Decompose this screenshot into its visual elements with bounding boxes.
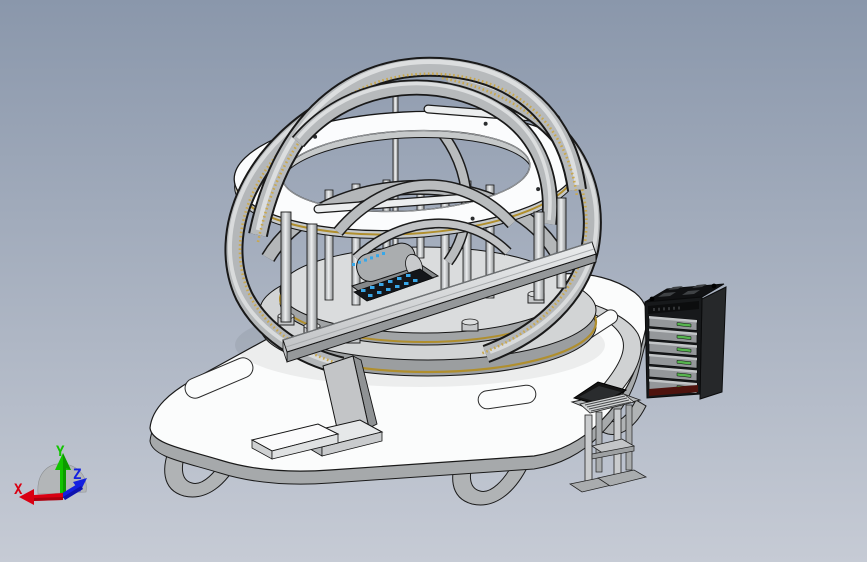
x-axis-label: X <box>14 482 23 498</box>
cad-viewport[interactable]: X Y Z <box>0 0 867 562</box>
y-axis-label: Y <box>56 444 65 460</box>
server-tower[interactable] <box>644 283 727 400</box>
model-scene[interactable]: X Y Z <box>0 0 867 562</box>
z-axis-label: Z <box>73 467 81 483</box>
